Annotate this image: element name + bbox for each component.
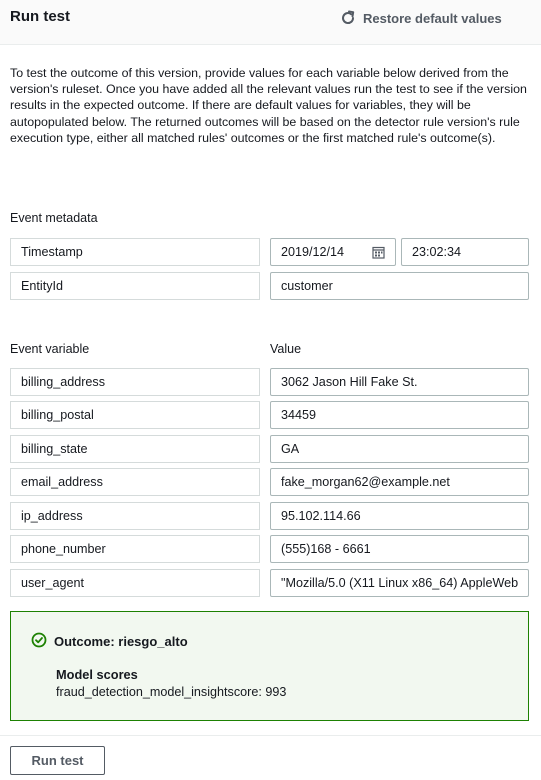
entity-id-input[interactable]: customer (270, 272, 529, 300)
event-metadata-heading: Event metadata (10, 211, 98, 225)
variable-name-user-agent: user_agent (10, 569, 260, 597)
variable-value-email-address[interactable]: fake_morgan62@example.net (270, 468, 529, 496)
variable-name-billing-postal: billing_postal (10, 401, 260, 429)
variable-name-email-address: email_address (10, 468, 260, 496)
variable-value-user-agent[interactable]: "Mozilla/5.0 (X11 Linux x86_64) AppleWeb… (270, 569, 529, 597)
outcome-heading: Outcome: riesgo_alto (31, 632, 188, 651)
model-score-value: fraud_detection_model_insightscore: 993 (56, 685, 287, 699)
variable-name-billing-address: billing_address (10, 368, 260, 396)
calendar-icon[interactable] (372, 246, 385, 259)
entity-id-label: EntityId (10, 272, 260, 300)
date-input[interactable]: 2019/12/14 (270, 238, 396, 266)
modal-header: Run test Restore default values (0, 0, 541, 45)
event-variable-column-header: Event variable (10, 342, 90, 356)
timestamp-label: Timestamp (10, 238, 260, 266)
time-input[interactable]: 23:02:34 (401, 238, 529, 266)
restore-defaults-button[interactable]: Restore default values (340, 8, 502, 28)
variable-name-billing-state: billing_state (10, 435, 260, 463)
outcome-title: Outcome: riesgo_alto (54, 634, 188, 649)
outcome-panel: Outcome: riesgo_alto Model scores fraud_… (10, 611, 529, 721)
variable-value-ip-address[interactable]: 95.102.114.66 (270, 502, 529, 530)
modal-title: Run test (10, 8, 70, 25)
refresh-icon (340, 10, 356, 26)
variable-name-ip-address: ip_address (10, 502, 260, 530)
check-circle-icon (31, 632, 47, 651)
restore-defaults-label: Restore default values (363, 10, 502, 26)
run-test-button[interactable]: Run test (10, 746, 105, 775)
model-scores-heading: Model scores (56, 667, 138, 682)
variable-value-billing-address[interactable]: 3062 Jason Hill Fake St. (270, 368, 529, 396)
variable-name-phone-number: phone_number (10, 535, 260, 563)
footer-divider (0, 735, 541, 736)
value-column-header: Value (270, 342, 302, 356)
variable-value-billing-postal[interactable]: 34459 (270, 401, 529, 429)
variable-value-billing-state[interactable]: GA (270, 435, 529, 463)
run-test-description: To test the outcome of this version, pro… (10, 66, 527, 145)
variable-value-phone-number[interactable]: (555)168 - 6661 (270, 535, 529, 563)
